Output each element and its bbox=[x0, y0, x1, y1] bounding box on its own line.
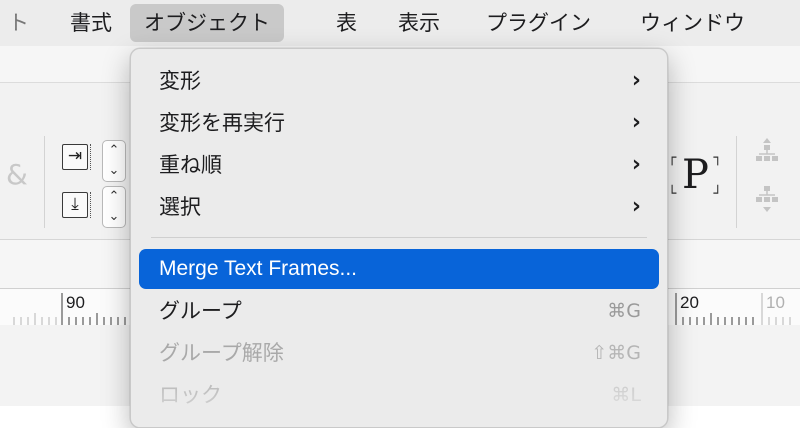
stepper-up-icon[interactable]: ⌃ bbox=[103, 141, 125, 161]
menu-item-arrange[interactable]: 重ね順 › bbox=[139, 145, 659, 185]
menu-item-text[interactable]: ト bbox=[0, 4, 43, 42]
ruler-label: 10 bbox=[766, 293, 785, 312]
chevron-right-icon: › bbox=[631, 68, 641, 93]
menu-item-group[interactable]: グループ ⌘G bbox=[139, 291, 659, 331]
panel-divider bbox=[736, 136, 737, 228]
chevron-right-icon: › bbox=[631, 110, 641, 135]
menu-separator bbox=[151, 237, 647, 238]
stepper-up-icon[interactable]: ⌃ bbox=[103, 187, 125, 207]
dotted-divider bbox=[90, 144, 97, 170]
menu-item-transform-again[interactable]: 変形を再実行 › bbox=[139, 103, 659, 143]
panel-divider bbox=[44, 136, 45, 228]
dotted-divider bbox=[90, 192, 97, 218]
stepper-down-icon[interactable]: ⌄ bbox=[103, 207, 125, 227]
menu-item-format[interactable]: 書式 bbox=[56, 4, 126, 42]
menu-item-transform[interactable]: 変形 › bbox=[139, 61, 659, 101]
indent-down-icon[interactable]: ⤓ bbox=[62, 192, 88, 218]
indent-down-stepper[interactable]: ⌃ ⌄ bbox=[102, 186, 126, 228]
ruler-label: 20 bbox=[680, 293, 699, 312]
chevron-right-icon: › bbox=[631, 152, 641, 177]
menu-item-merge-text-frames[interactable]: Merge Text Frames... bbox=[139, 249, 659, 289]
menu-item-plugins[interactable]: プラグイン bbox=[472, 4, 605, 42]
menu-item-window[interactable]: ウィンドウ bbox=[626, 4, 759, 42]
chevron-right-icon: › bbox=[631, 194, 641, 219]
paragraph-frame-icon[interactable]: ┌ ┐ P └ ┘ bbox=[668, 150, 724, 202]
menu-item-table[interactable]: 表 bbox=[322, 4, 371, 42]
shortcut-label: ⇧⌘G bbox=[591, 342, 641, 364]
distribute-bottom-icon[interactable] bbox=[755, 186, 779, 212]
stepper-down-icon[interactable]: ⌄ bbox=[103, 161, 125, 181]
object-menu-dropdown: 変形 › 変形を再実行 › 重ね順 › 選択 › Merge Text Fram… bbox=[130, 48, 668, 428]
menu-item-lock: ロック ⌘L bbox=[139, 375, 659, 415]
distribute-top-icon[interactable] bbox=[755, 138, 779, 164]
shortcut-label: ⌘G bbox=[607, 300, 641, 322]
menu-item-select[interactable]: 選択 › bbox=[139, 187, 659, 227]
indent-right-icon[interactable]: ⇥ bbox=[62, 144, 88, 170]
shortcut-label: ⌘L bbox=[611, 384, 641, 406]
menu-item-object[interactable]: オブジェクト bbox=[130, 4, 284, 42]
menu-item-ungroup: グループ解除 ⇧⌘G bbox=[139, 333, 659, 373]
indent-right-stepper[interactable]: ⌃ ⌄ bbox=[102, 140, 126, 182]
menu-item-view[interactable]: 表示 bbox=[384, 4, 454, 42]
ruler-label: 90 bbox=[66, 293, 85, 312]
menu-bar: ト 書式 オブジェクト 表 表示 プラグイン ウィンドウ bbox=[0, 0, 800, 46]
ampersand-icon: & bbox=[6, 158, 28, 191]
